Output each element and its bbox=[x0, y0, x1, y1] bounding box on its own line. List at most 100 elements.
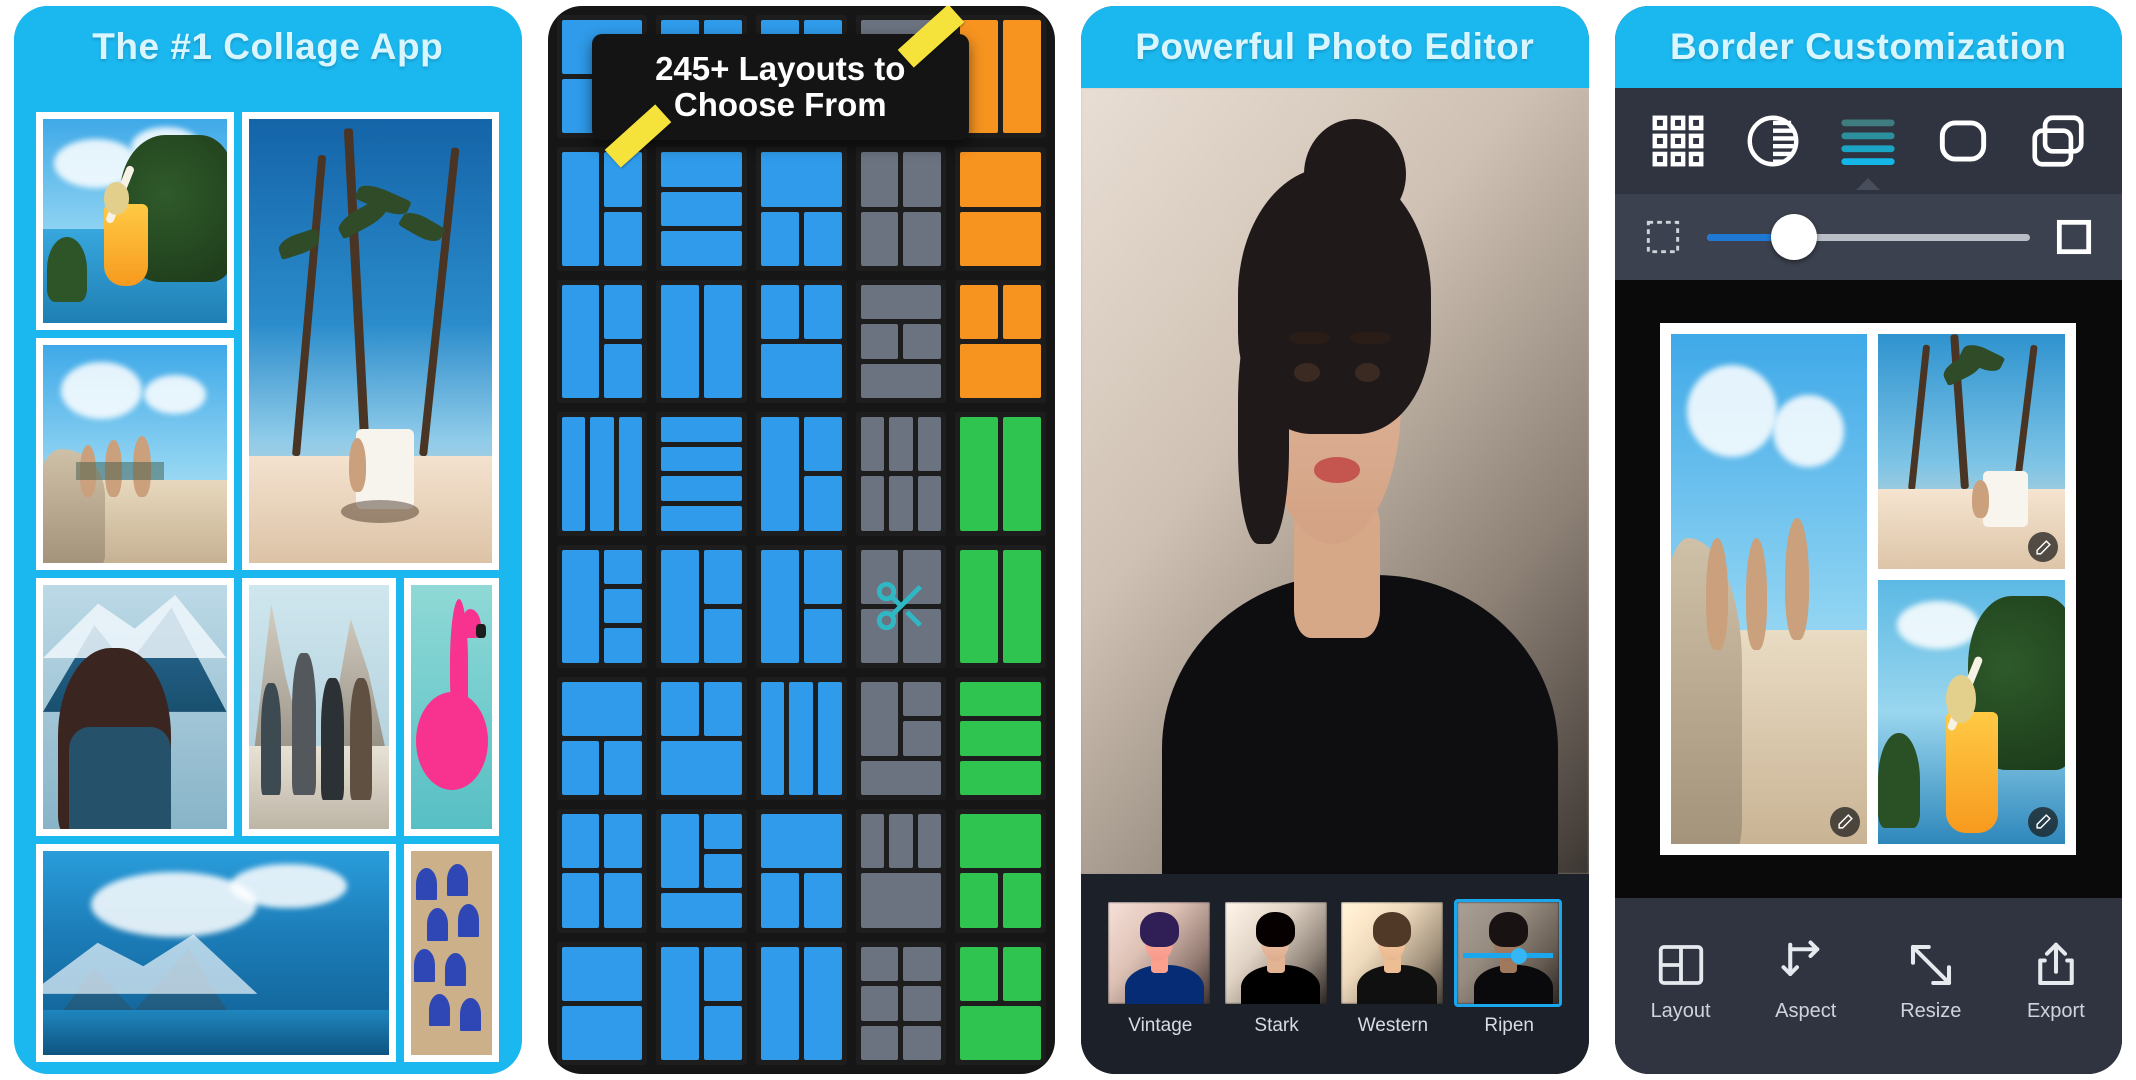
resize-diagonal-icon bbox=[1872, 936, 1990, 994]
layout-thumb[interactable] bbox=[755, 809, 847, 933]
collage-preview[interactable] bbox=[1660, 323, 2077, 855]
layout-thumb[interactable] bbox=[556, 544, 648, 668]
filter-item[interactable]: Western bbox=[1338, 899, 1448, 1037]
filter-slider-knob[interactable] bbox=[1511, 947, 1528, 964]
toolbar-label: Resize bbox=[1900, 999, 1962, 1022]
layout-thumb[interactable] bbox=[656, 676, 747, 801]
toolbar-item-resize[interactable]: Resize bbox=[1872, 936, 1990, 1023]
layout-thumb[interactable] bbox=[556, 279, 648, 404]
layout-thumb[interactable] bbox=[755, 412, 847, 536]
layout-thumb[interactable] bbox=[656, 544, 747, 668]
filter-thumbnail[interactable] bbox=[1454, 899, 1563, 1007]
layout-thumb[interactable] bbox=[855, 941, 947, 1065]
share-export-icon bbox=[1997, 936, 2115, 994]
slider-thumb[interactable] bbox=[1770, 214, 1817, 260]
layout-thumb[interactable] bbox=[556, 809, 648, 933]
panel1-title: The #1 Collage App bbox=[92, 26, 444, 67]
border-preview-canvas[interactable] bbox=[1614, 280, 2122, 898]
banner-line-2: Choose From bbox=[673, 86, 887, 123]
border-width-slider[interactable] bbox=[1706, 214, 2030, 260]
layout-thumb[interactable] bbox=[755, 279, 847, 404]
filter-item[interactable]: Vintage bbox=[1105, 899, 1215, 1037]
rounded-corner-icon[interactable] bbox=[1932, 110, 1994, 172]
toolbar-item-aspect[interactable]: Aspect bbox=[1747, 936, 1865, 1023]
collage-cell-beach-jumpers[interactable] bbox=[1671, 334, 1868, 844]
layout-thumb[interactable] bbox=[656, 279, 747, 404]
layout-thumb[interactable] bbox=[556, 941, 648, 1065]
layout-thumb[interactable] bbox=[855, 676, 947, 801]
layout-thumb[interactable] bbox=[855, 279, 947, 404]
grid-pattern-icon[interactable] bbox=[1647, 110, 1709, 172]
layout-thumb[interactable] bbox=[855, 412, 947, 536]
photo-palm-hammock[interactable] bbox=[241, 112, 500, 570]
filter-thumbnail[interactable] bbox=[1338, 899, 1446, 1007]
border-tool-tabs[interactable] bbox=[1614, 88, 2122, 194]
filter-label: Stark bbox=[1254, 1015, 1299, 1036]
collage-cell-palm-hammock[interactable] bbox=[1878, 334, 2066, 570]
layout-thumb[interactable] bbox=[955, 279, 1046, 404]
layout-thumb[interactable] bbox=[755, 147, 847, 271]
layout-thumb-with-scissors[interactable] bbox=[855, 544, 947, 668]
layout-thumb[interactable] bbox=[955, 412, 1046, 536]
photo-drink-beach[interactable] bbox=[36, 112, 234, 330]
edit-pencil-icon[interactable] bbox=[1830, 806, 1861, 837]
layout-thumb[interactable] bbox=[855, 147, 947, 271]
banner-line-1: 245+ Layouts to bbox=[655, 50, 906, 88]
layout-thumb[interactable] bbox=[955, 147, 1046, 271]
photo-flamingo-float[interactable] bbox=[403, 577, 500, 837]
panel3-title: Powerful Photo Editor bbox=[1135, 26, 1535, 67]
photo-hikers-group[interactable] bbox=[241, 577, 396, 837]
toolbar-label: Export bbox=[2026, 999, 2085, 1022]
layout-thumb[interactable] bbox=[556, 147, 648, 271]
layout-thumb[interactable] bbox=[755, 676, 847, 801]
toolbar-label: Layout bbox=[1650, 999, 1711, 1022]
layout-thumb[interactable] bbox=[656, 412, 747, 536]
filter-item[interactable]: Stark bbox=[1222, 899, 1332, 1037]
panel3-header: Powerful Photo Editor bbox=[1081, 6, 1589, 88]
app-store-screenshot-set: The #1 Collage App 245+ Layouts to Choos… bbox=[0, 0, 2136, 1080]
layout-thumb[interactable] bbox=[656, 147, 747, 271]
toolbar-item-layout[interactable]: Layout bbox=[1622, 936, 1740, 1023]
panel-photo-editor: Powerful Photo Editor Vintage Stark West… bbox=[1081, 6, 1589, 1074]
filter-intensity-slider[interactable] bbox=[1463, 947, 1554, 964]
scissors-icon bbox=[876, 582, 922, 631]
layout-thumbnail-grid[interactable] bbox=[548, 6, 1056, 1074]
layout-thumb[interactable] bbox=[755, 544, 847, 668]
layers-icon[interactable] bbox=[2027, 110, 2089, 172]
layout-thumb[interactable] bbox=[955, 544, 1046, 668]
layout-thumb[interactable] bbox=[556, 676, 648, 801]
layout-thumb[interactable] bbox=[955, 809, 1046, 933]
solid-square-icon bbox=[2056, 219, 2092, 255]
panel1-header: The #1 Collage App bbox=[14, 6, 522, 88]
layout-thumb[interactable] bbox=[656, 809, 747, 933]
filter-label: Ripen bbox=[1484, 1015, 1535, 1036]
panel-layouts: 245+ Layouts to Choose From bbox=[547, 6, 1056, 1074]
photo-beach-umbrellas[interactable] bbox=[403, 844, 500, 1062]
bottom-toolbar[interactable]: Layout Aspect Resize Export bbox=[1614, 898, 2122, 1074]
layout-thumb[interactable] bbox=[556, 412, 648, 536]
panel4-header: Border Customization bbox=[1614, 6, 2122, 88]
layout-thumb[interactable] bbox=[656, 941, 747, 1065]
photo-mountain-lake[interactable] bbox=[36, 844, 396, 1062]
layout-grid-icon bbox=[1622, 936, 1740, 994]
toolbar-item-export[interactable]: Export bbox=[1997, 936, 2115, 1023]
collage-cell-drink[interactable] bbox=[1878, 580, 2066, 844]
border-width-slider-row[interactable] bbox=[1614, 194, 2122, 280]
layout-thumb[interactable] bbox=[755, 941, 847, 1065]
toolbar-label: Aspect bbox=[1775, 999, 1837, 1022]
layout-thumb[interactable] bbox=[955, 676, 1046, 801]
layout-thumb[interactable] bbox=[955, 941, 1046, 1065]
photo-beach-jumpers[interactable] bbox=[36, 337, 234, 570]
border-lines-icon[interactable] bbox=[1837, 110, 1899, 190]
aspect-arrow-icon bbox=[1747, 936, 1865, 994]
edit-pencil-icon[interactable] bbox=[2028, 806, 2059, 837]
layout-thumb[interactable] bbox=[855, 809, 947, 933]
filter-thumbnail[interactable] bbox=[1222, 899, 1330, 1007]
filter-item-selected[interactable]: Ripen bbox=[1454, 899, 1564, 1037]
editor-photo-canvas[interactable] bbox=[1081, 88, 1589, 874]
filter-strip[interactable]: Vintage Stark Western Ripen bbox=[1081, 874, 1589, 1074]
filter-thumbnail[interactable] bbox=[1105, 899, 1213, 1007]
photo-woman-mountain[interactable] bbox=[36, 577, 234, 837]
contrast-icon[interactable] bbox=[1742, 110, 1804, 172]
panel-collage-app: The #1 Collage App bbox=[14, 6, 522, 1074]
